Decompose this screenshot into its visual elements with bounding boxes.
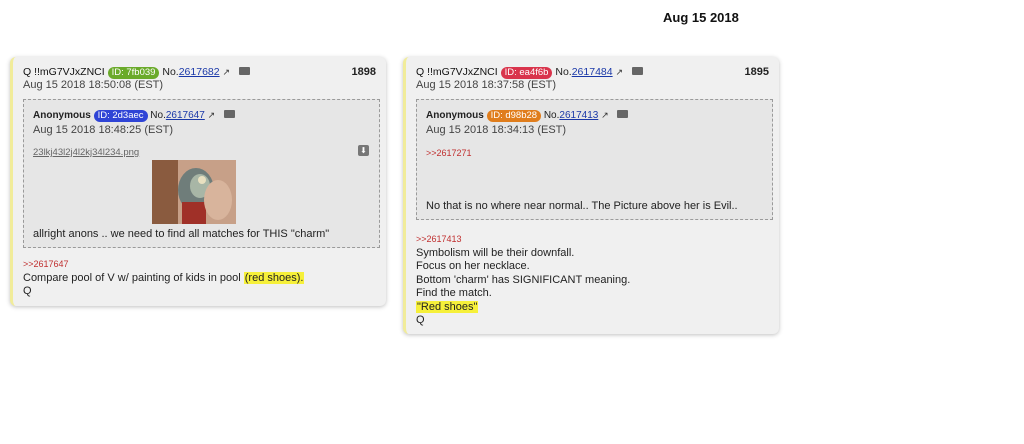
highlighted-text: "Red shoes" [416,300,479,313]
post-body-line: Symbolism will be their downfall. [416,246,575,259]
quoted-post-number-link[interactable]: 2617647 [166,110,205,121]
post-signature: Q [416,314,425,326]
post-body-line: Bottom 'charm' has SIGNIFICANT meaning. [416,273,631,286]
quoted-post-header: Anonymous ID: d98b28 No.2617413 ↗ [426,110,629,122]
post-author: Q [23,66,32,78]
post-number-link[interactable]: 2617682 [179,66,220,78]
quoted-reply-reference-link[interactable]: >>2617271 [426,148,472,158]
post-card-1895: Q !!mG7VJxZNCI ID: ea4f6b No.2617484 ↗ 1… [403,57,779,334]
post-body: >>2617413 Symbolism will be their downfa… [416,233,630,328]
post-signature: Q [23,285,32,297]
folder-icon[interactable] [223,110,235,119]
post-body-line: Compare pool of V w/ painting of kids in… [23,271,244,284]
quoted-id-badge[interactable]: ID: d98b28 [486,110,542,122]
quoted-author: Anonymous [426,110,484,121]
post-tripcode: !!mG7VJxZNCI [427,66,498,78]
quoted-post: Anonymous ID: 2d3aec No.2617647 ↗ Aug 15… [23,99,380,248]
post-count: 1895 [744,66,769,78]
attachment-thumbnail[interactable] [152,160,236,224]
poster-id-badge[interactable]: ID: 7fb039 [107,67,160,79]
thumbnail-image [152,160,236,224]
quoted-no-prefix: No. [150,110,166,121]
post-timestamp: Aug 15 2018 18:50:08 (EST) [23,79,164,91]
quoted-timestamp: Aug 15 2018 18:34:13 (EST) [426,124,567,136]
post-body-line: Focus on her necklace. [416,260,530,272]
post-no-prefix: No. [162,66,179,78]
folder-icon[interactable] [632,67,643,76]
post-header: Q !!mG7VJxZNCI ID: 7fb039 No.2617682 ↗ [23,66,250,79]
quoted-text: allright anons .. we need to find all ma… [33,228,330,240]
post-timestamp: Aug 15 2018 18:37:58 (EST) [416,79,557,91]
quoted-text: No that is no where near normal.. The Pi… [426,200,738,212]
quoted-timestamp: Aug 15 2018 18:48:25 (EST) [33,124,174,136]
post-tripcode: !!mG7VJxZNCI [34,66,105,78]
quoted-author: Anonymous [33,110,91,121]
external-link-icon[interactable]: ↗ [601,110,609,120]
reply-reference-link[interactable]: >>2617647 [23,258,304,272]
quoted-post-number-link[interactable]: 2617413 [559,110,598,121]
quoted-no-prefix: No. [543,110,560,121]
post-author: Q [416,66,425,78]
external-link-icon[interactable]: ↗ [616,67,624,77]
post-body: >>2617647 Compare pool of V w/ painting … [23,258,305,299]
page-date-heading: Aug 15 2018 [663,10,739,25]
download-icon[interactable]: ⬇ [358,145,369,156]
folder-icon[interactable] [239,67,250,76]
post-header: Q !!mG7VJxZNCI ID: ea4f6b No.2617484 ↗ [416,66,643,79]
poster-id-badge[interactable]: ID: ea4f6b [500,67,553,79]
post-count: 1898 [351,66,376,78]
post-number-link[interactable]: 2617484 [572,66,613,78]
post-no-prefix: No. [555,66,572,78]
quoted-post-header: Anonymous ID: 2d3aec No.2617647 ↗ [33,110,235,122]
post-body-line: Find the match. [416,287,492,299]
post-card-1898: Q !!mG7VJxZNCI ID: 7fb039 No.2617682 ↗ 1… [10,57,386,306]
quoted-post: Anonymous ID: d98b28 No.2617413 ↗ Aug 15… [416,99,773,220]
external-link-icon[interactable]: ↗ [208,110,216,120]
reply-reference-link[interactable]: >>2617413 [416,233,630,247]
attachment-filename-link[interactable]: 23lkj43l2j4l2kj34l234.png [33,147,139,158]
quoted-id-badge[interactable]: ID: 2d3aec [93,110,148,122]
external-link-icon[interactable]: ↗ [223,67,231,77]
folder-icon[interactable] [617,110,629,119]
highlighted-text: (red shoes). [243,271,305,284]
